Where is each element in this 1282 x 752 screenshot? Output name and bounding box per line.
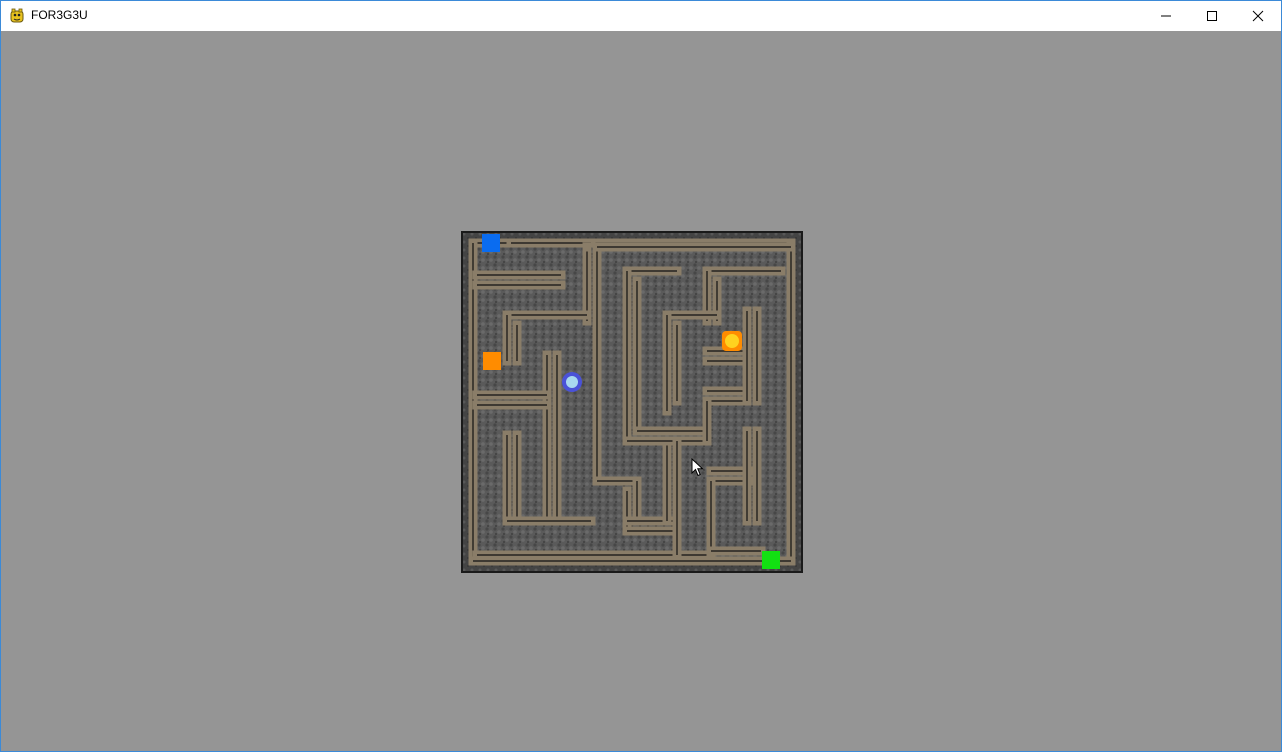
maze-board (461, 231, 803, 573)
mouse-cursor-icon (691, 458, 704, 477)
game-canvas[interactable] (1, 31, 1281, 751)
game-window: FOR3G3U (0, 0, 1282, 752)
minimize-icon (1161, 15, 1171, 17)
maze-svg (461, 231, 803, 573)
player-token-core (566, 376, 578, 388)
close-button[interactable] (1235, 1, 1281, 31)
python-game-icon (10, 8, 24, 23)
coin-token-core (725, 334, 739, 348)
start-marker (482, 234, 500, 252)
minimize-button[interactable] (1143, 1, 1189, 31)
goal-marker (762, 551, 780, 569)
title-bar[interactable]: FOR3G3U (1, 1, 1281, 31)
close-icon (1252, 10, 1264, 22)
window-title: FOR3G3U (31, 8, 88, 22)
maximize-icon (1207, 11, 1217, 21)
key-marker (483, 352, 501, 370)
maximize-button[interactable] (1189, 1, 1235, 31)
